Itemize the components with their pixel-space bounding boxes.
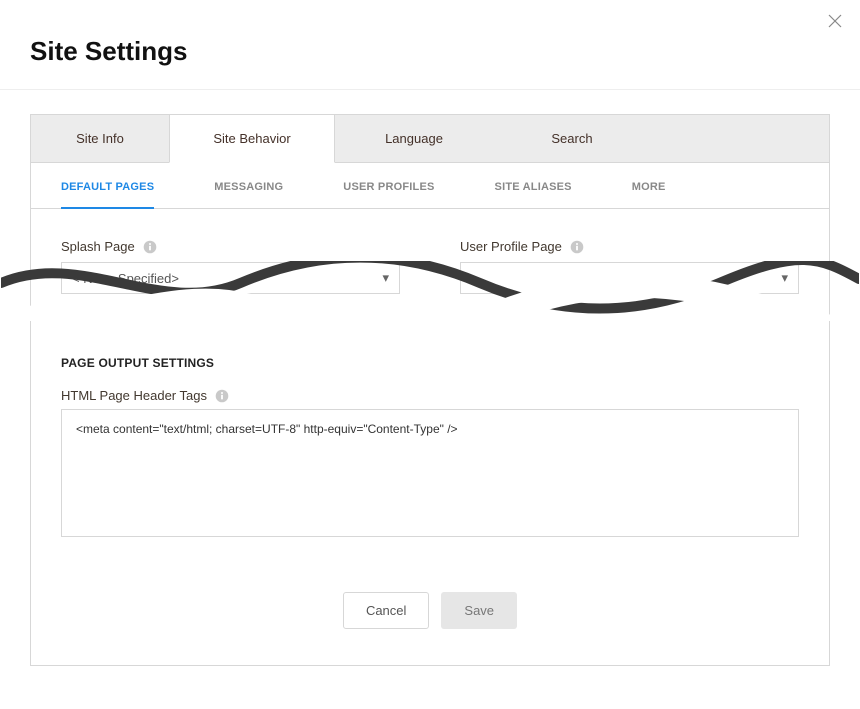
splash-page-value: < None Specified> [72,271,179,286]
page-output-heading: PAGE OUTPUT SETTINGS [61,356,799,370]
subtab-messaging[interactable]: MESSAGING [214,181,283,208]
splash-page-select[interactable]: < None Specified> ▾ [61,262,400,294]
tab-language[interactable]: Language [335,115,493,162]
cancel-button[interactable]: Cancel [343,592,429,629]
chevron-down-icon: ▾ [382,270,389,286]
user-profile-page-select[interactable]: ▾ [460,262,799,294]
tab-site-behavior[interactable]: Site Behavior [169,115,335,163]
settings-panel: Site Info Site Behavior Language Search … [30,114,830,666]
user-profile-page-label: User Profile Page [460,239,562,254]
save-button[interactable]: Save [441,592,517,629]
subtab-user-profiles[interactable]: USER PROFILES [343,181,434,208]
subtab-default-pages[interactable]: DEFAULT PAGES [61,181,154,209]
info-icon [570,240,584,254]
splash-page-label: Splash Page [61,239,135,254]
tab-search[interactable]: Search [493,115,651,162]
info-icon [215,389,229,403]
sub-tabs: DEFAULT PAGES MESSAGING USER PROFILES SI… [31,163,829,209]
page-title: Site Settings [30,36,830,67]
close-icon[interactable] [828,14,842,28]
tab-site-info[interactable]: Site Info [31,115,169,162]
html-header-textarea[interactable] [61,409,799,537]
subtab-site-aliases[interactable]: SITE ALIASES [495,181,572,208]
subtab-more[interactable]: MORE [632,181,666,208]
info-icon [143,240,157,254]
html-header-label: HTML Page Header Tags [61,388,207,403]
top-tabs: Site Info Site Behavior Language Search [31,115,829,163]
chevron-down-icon: ▾ [781,270,788,286]
